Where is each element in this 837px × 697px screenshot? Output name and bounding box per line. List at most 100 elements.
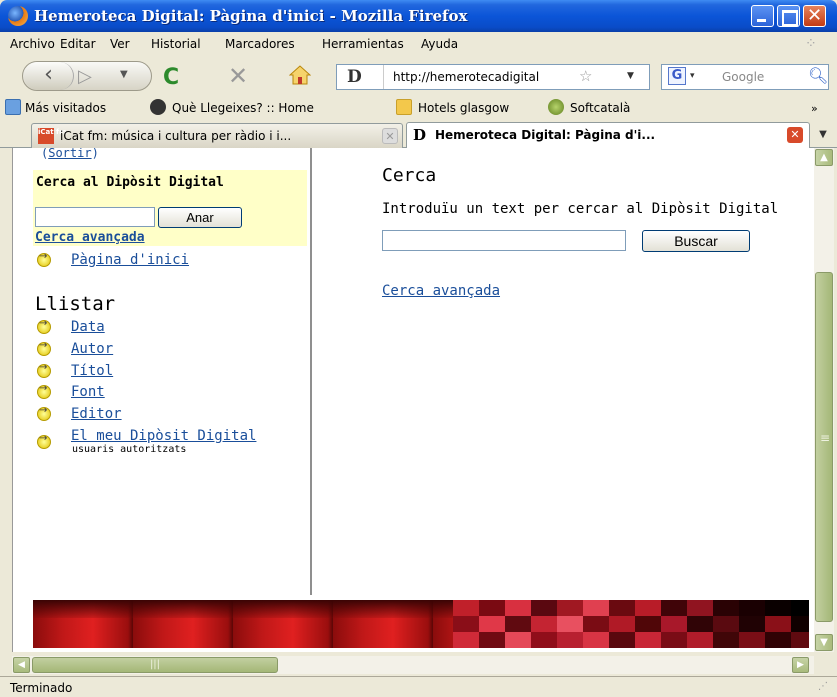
close-tab-icon[interactable]: ✕ [787, 127, 803, 143]
bookmark-star-icon[interactable]: ☆ [579, 67, 592, 85]
menu-ayuda[interactable]: Ayuda [421, 37, 458, 51]
mosaic-tile [661, 600, 687, 616]
title-bar: Hemeroteca Digital: Pàgina d'inici - Moz… [0, 0, 837, 32]
mosaic-tile [609, 616, 635, 632]
scroll-right-icon[interactable]: ▶ [792, 657, 809, 673]
mosaic-tile [713, 616, 739, 632]
menu-editar[interactable]: Editar [60, 37, 96, 51]
list-item-editor[interactable]: Editor [71, 406, 122, 422]
search-button[interactable]: Buscar [642, 230, 750, 252]
minimize-button[interactable] [751, 5, 774, 27]
google-icon[interactable]: G [668, 67, 686, 85]
tab-bar: iCat fm iCat fm: música i cultura per rà… [0, 121, 837, 149]
scroll-left-icon[interactable]: ◀ [13, 657, 30, 673]
bookmark-que-llegeixes[interactable]: Què Llegeixes? :: Home [172, 101, 314, 115]
mosaic-tile [583, 632, 609, 648]
resize-grip-icon[interactable]: ⋰ [818, 681, 828, 692]
tab-hemeroteca[interactable]: D Hemeroteca Digital: Pàgina d'i... ✕ [406, 122, 810, 149]
sidebar-advanced-search-link[interactable]: Cerca avançada [35, 230, 145, 245]
mosaic-tile [635, 632, 661, 648]
tab-list-dropdown-icon[interactable]: ▼ [814, 125, 832, 145]
search-intro-text: Introduïu un text per cercar al Dipòsit … [382, 201, 779, 217]
authorized-users-note: usuaris autoritzats [72, 444, 187, 455]
mosaic-tile [713, 632, 739, 648]
scroll-up-icon[interactable]: ▲ [815, 149, 833, 166]
engine-dropdown-icon[interactable]: ▾ [690, 71, 695, 81]
mosaic-tile [791, 616, 809, 632]
mosaic-tile [531, 600, 557, 616]
back-button[interactable]: ‹ [24, 62, 74, 90]
mosaic-tile [453, 600, 479, 616]
folder-icon [396, 99, 412, 115]
main-advanced-search-link[interactable]: Cerca avançada [382, 283, 500, 299]
quellegeixes-icon [150, 99, 166, 115]
bookmark-most-visited[interactable]: Más visitados [25, 101, 106, 115]
close-window-button[interactable]: ✕ [803, 5, 826, 27]
home-link[interactable]: Pàgina d'inici [71, 252, 189, 268]
list-item-titol[interactable]: Títol [71, 363, 113, 379]
navigation-toolbar: ‹ ▷ ▼ C ✕ D http://hemerotecadigital ☆ ▼… [0, 56, 837, 96]
main-search-input[interactable] [382, 230, 626, 251]
stop-icon: ✕ [228, 62, 249, 90]
list-item-autor[interactable]: Autor [71, 341, 113, 357]
horizontal-scrollbar[interactable]: ◀ ||| ▶ [12, 656, 814, 674]
vertical-scrollbar[interactable]: ▲ ▼ [814, 148, 834, 652]
menu-ver[interactable]: Ver [110, 37, 130, 51]
browser-window: Hemeroteca Digital: Pàgina d'inici - Moz… [0, 0, 837, 697]
mosaic-tile [713, 600, 739, 616]
search-panel-heading: Cerca al Dipòsit Digital [36, 175, 224, 190]
mosaic-tile [479, 616, 505, 632]
list-item-my-repository[interactable]: El meu Dipòsit Digital [71, 428, 256, 444]
search-bar[interactable]: G ▾ Google 🔍︎ [661, 64, 829, 90]
status-bar: Terminado ⋰ [0, 676, 837, 697]
menu-marcadores[interactable]: Marcadores [225, 37, 295, 51]
url-text[interactable]: http://hemerotecadigital [393, 70, 573, 84]
back-icon: ‹ [44, 62, 53, 87]
mosaic-tile [661, 632, 687, 648]
tab-label: iCat fm: música i cultura per ràdio i i.… [60, 129, 292, 143]
maximize-button[interactable] [777, 5, 800, 27]
sortir-link[interactable]: Sortir [48, 148, 91, 160]
mosaic-tile [557, 600, 583, 616]
mosaic-tile [765, 632, 791, 648]
stop-button[interactable]: ✕ [228, 62, 248, 90]
firefox-icon [8, 6, 28, 26]
vertical-scroll-thumb[interactable] [815, 272, 833, 622]
forward-button[interactable]: ▷ [78, 66, 92, 87]
close-tab-icon[interactable]: ✕ [382, 128, 398, 144]
tab-label: Hemeroteca Digital: Pàgina d'i... [435, 128, 656, 142]
url-bar[interactable]: D http://hemerotecadigital ☆ ▼ [336, 64, 650, 90]
forward-icon: ▷ [78, 66, 92, 87]
mosaic-tile [479, 600, 505, 616]
go-button[interactable]: Anar [158, 207, 242, 228]
repository-search-panel: Cerca al Dipòsit Digital Anar Cerca avan… [33, 170, 307, 246]
mosaic-tile [505, 632, 531, 648]
mosaic-tile [531, 632, 557, 648]
bookmark-softcatala[interactable]: Softcatalà [570, 101, 630, 115]
search-placeholder: Google [722, 70, 765, 84]
search-icon[interactable]: 🔍︎ [808, 66, 828, 85]
list-item-data[interactable]: Data [71, 319, 105, 335]
page-content: (Sortir) Cerca al Dipòsit Digital Anar C… [12, 148, 814, 652]
url-dropdown-icon[interactable]: ▼ [627, 71, 634, 81]
tab-icat-fm[interactable]: iCat fm iCat fm: música i cultura per rà… [31, 123, 403, 148]
menu-historial[interactable]: Historial [151, 37, 201, 51]
main-panel: Cerca Introduïu un text per cercar al Di… [314, 148, 814, 595]
home-button[interactable] [288, 65, 312, 85]
site-favicon-icon: D [347, 67, 362, 87]
footer-banner-image [33, 600, 809, 648]
menu-bar: Archivo Editar Ver Historial Marcadores … [0, 32, 837, 56]
sidebar-search-input[interactable] [35, 207, 155, 227]
scroll-down-icon[interactable]: ▼ [815, 634, 833, 651]
more-bookmarks-icon[interactable]: » [811, 102, 818, 115]
list-item-font[interactable]: Font [71, 384, 105, 400]
sidebar: (Sortir) Cerca al Dipòsit Digital Anar C… [13, 148, 312, 595]
mosaic-tile [609, 632, 635, 648]
horizontal-scroll-thumb[interactable]: ||| [32, 657, 278, 673]
menu-archivo[interactable]: Archivo [10, 37, 55, 51]
bookmark-hotels-glasgow[interactable]: Hotels glasgow [418, 101, 509, 115]
mosaic-tile [583, 600, 609, 616]
reload-button[interactable]: C [163, 65, 179, 90]
menu-herramientas[interactable]: Herramientas [322, 37, 404, 51]
history-dropdown-icon[interactable]: ▼ [120, 69, 128, 80]
